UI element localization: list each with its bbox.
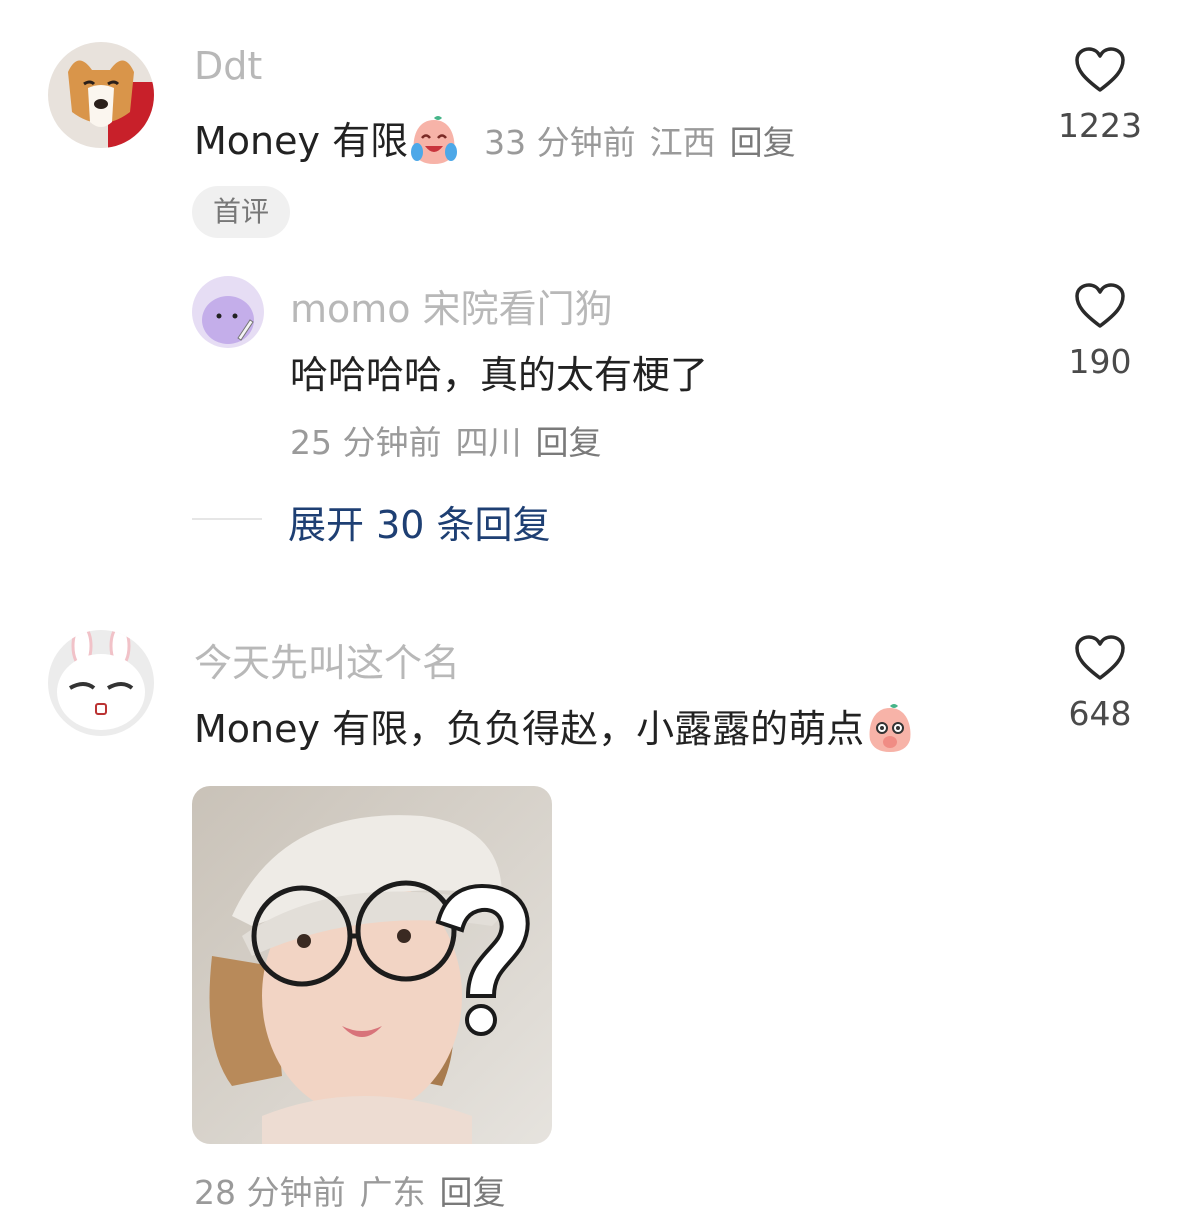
like-button[interactable]: 648 [1040,634,1160,733]
crying-laughing-peach-emoji-icon [411,115,458,164]
username[interactable]: 今天先叫这个名 [194,632,460,687]
comment-text-content: Money 有限，负负得赵，小露露的萌点 [194,707,865,751]
comment-location: 江西 [649,123,716,162]
reply-button[interactable]: 回复 [535,423,601,462]
corgi-avatar-image [48,42,154,148]
like-count: 648 [1068,694,1132,733]
comment-time: 25 分钟前 [290,423,442,462]
white-bunny-avatar-image [48,630,154,736]
like-count: 1223 [1058,106,1142,145]
comment-meta: 33 分钟前 江西 回复 [484,123,809,162]
expand-divider [192,518,262,520]
comment-image[interactable] [192,786,552,1144]
girl-with-cap-image [192,786,552,1144]
expand-replies-button[interactable]: 展开 30 条回复 [288,494,551,549]
comment-text: Money 有限 33 分钟前 江西 回复 [194,110,810,170]
heart-outline-icon [1075,635,1125,680]
comment-meta: 28 分钟前 广东 回复 [194,1166,519,1214]
comment-text: 哈哈哈哈，真的太有梗了 [290,353,709,397]
purple-dino-avatar-image [192,276,264,348]
username[interactable]: Ddt [194,44,262,88]
shy-peach-emoji-icon [869,703,911,752]
avatar[interactable] [192,276,264,348]
like-button[interactable]: 190 [1040,282,1160,381]
first-comment-badge: 首评 [192,186,290,238]
comment-meta: 25 分钟前 四川 回复 [290,416,615,464]
comment-time: 28 分钟前 [194,1173,346,1212]
reply-button[interactable]: 回复 [730,123,796,162]
reply-button[interactable]: 回复 [439,1173,505,1212]
avatar[interactable] [48,42,154,148]
comment-location: 广东 [359,1173,426,1212]
comment-text-content: Money 有限 [194,119,409,163]
comment-location: 四川 [455,423,522,462]
like-button[interactable]: 1223 [1040,46,1160,145]
username[interactable]: momo 宋院看门狗 [290,278,613,333]
comment-text: Money 有限，负负得赵，小露露的萌点 [194,698,916,758]
like-count: 190 [1068,342,1132,381]
avatar[interactable] [48,630,154,736]
comment-time: 33 分钟前 [484,123,636,162]
heart-outline-icon [1075,47,1125,92]
heart-outline-icon [1075,283,1125,328]
